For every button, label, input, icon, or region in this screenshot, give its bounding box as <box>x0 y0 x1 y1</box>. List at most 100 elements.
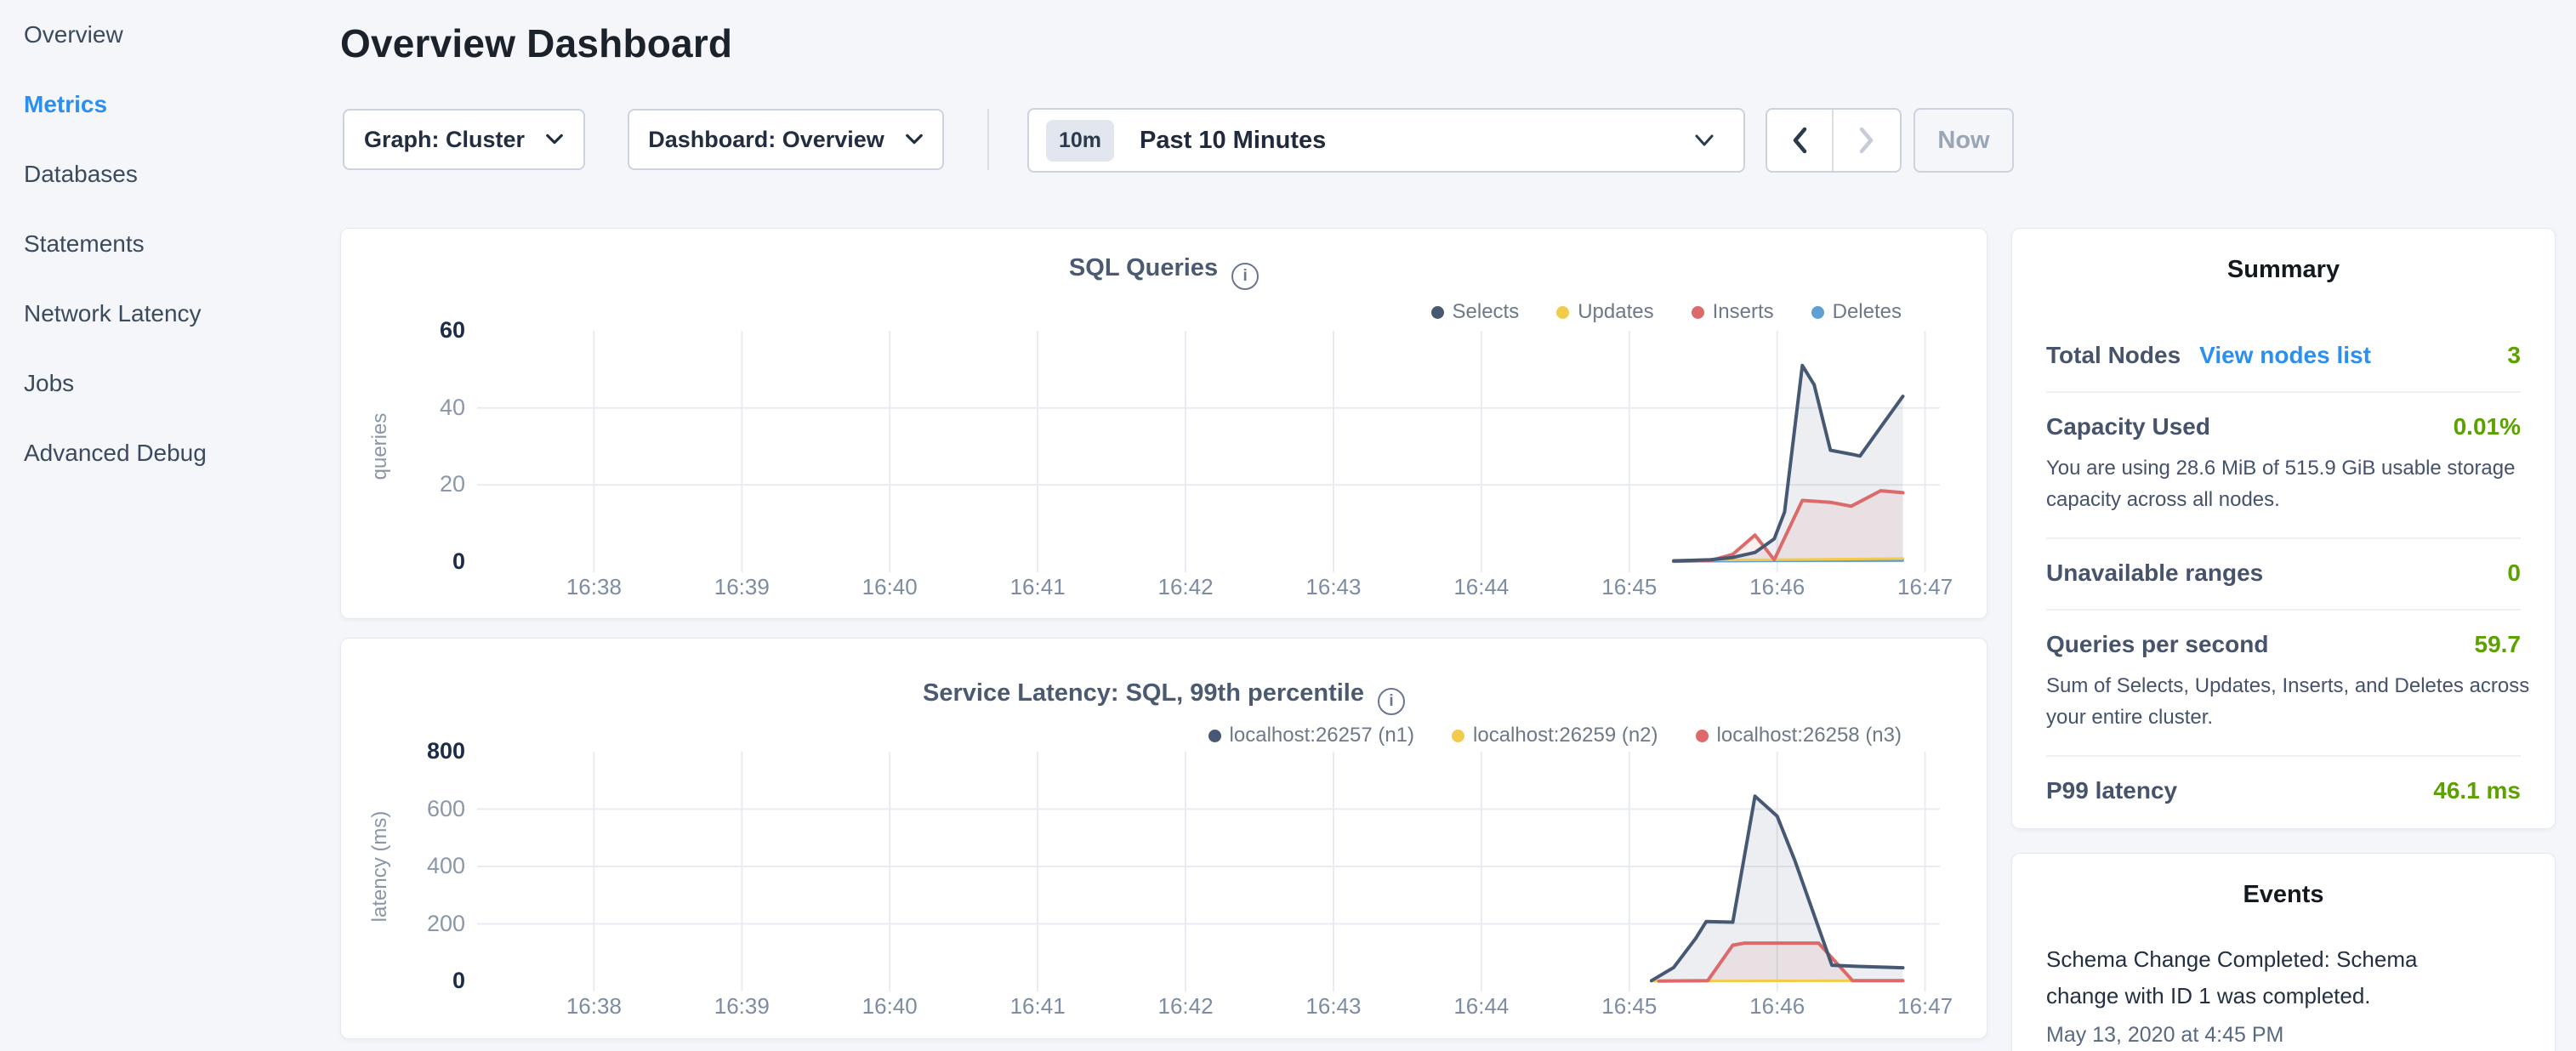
x-tick-label: 16:47 <box>1897 993 1953 1020</box>
x-tick-label: 16:39 <box>714 993 770 1020</box>
event-list-item[interactable]: Schema Change Completed: Schema change w… <box>2012 909 2555 1048</box>
graph-dropdown[interactable]: Graph: Cluster <box>343 109 585 170</box>
summary-panel: Summary Total Nodes View nodes list 3 Ca… <box>2011 228 2556 829</box>
legend-label: Inserts <box>1713 300 1774 324</box>
chart-title: SQL Queries <box>1069 254 1218 281</box>
y-tick-label: 600 <box>341 796 465 822</box>
summary-row-unavailable-ranges: Unavailable ranges 0 <box>2046 537 2521 609</box>
x-tick-label: 16:46 <box>1749 574 1805 600</box>
events-title: Events <box>2012 854 2555 909</box>
legend-item[interactable]: Selects <box>1431 300 1520 324</box>
legend-dot-icon <box>1452 730 1464 742</box>
y-tick-label: 20 <box>341 471 465 497</box>
x-tick-label: 16:38 <box>566 574 622 600</box>
legend-label: Deletes <box>1833 300 1902 324</box>
summary-row-value: 3 <box>2507 342 2521 369</box>
event-timestamp: May 13, 2020 at 4:45 PM <box>2046 1023 2521 1048</box>
x-tick-label: 16:44 <box>1453 993 1509 1020</box>
summary-row-value: 46.1 ms <box>2433 777 2521 804</box>
legend-label: localhost:26259 (n2) <box>1473 724 1658 747</box>
x-tick-label: 16:47 <box>1897 574 1953 600</box>
x-tick-label: 16:46 <box>1749 993 1805 1020</box>
legend-item[interactable]: localhost:26258 (n3) <box>1696 724 1902 747</box>
sidebar-item-databases[interactable]: Databases <box>0 139 340 209</box>
now-button[interactable]: Now <box>1914 108 2014 173</box>
dashboard-dropdown-label: Dashboard: Overview <box>648 127 884 153</box>
time-next-button[interactable] <box>1834 110 1900 171</box>
chevron-left-icon <box>1792 127 1807 154</box>
legend-item[interactable]: Inserts <box>1692 300 1774 324</box>
y-tick-label: 800 <box>341 738 465 764</box>
sql-queries-panel: SQL Queries i Selects Updates Inserts Delete… <box>340 228 1987 619</box>
summary-rows: Total Nodes View nodes list 3 Capacity U… <box>2012 321 2555 827</box>
summary-row-capacity-used: Capacity Used 0.01% You are using 28.6 M… <box>2046 391 2521 537</box>
events-panel: Events Schema Change Completed: Schema c… <box>2011 853 2556 1051</box>
legend-item[interactable]: localhost:26257 (n1) <box>1208 724 1414 747</box>
y-tick-label: 0 <box>341 548 465 575</box>
x-tick-label: 16:43 <box>1305 993 1361 1020</box>
legend-label: Selects <box>1453 300 1520 324</box>
chevron-down-icon <box>1694 134 1714 147</box>
info-icon[interactable]: i <box>1378 688 1405 715</box>
x-tick-label: 16:39 <box>714 574 770 600</box>
legend-label: Updates <box>1578 300 1653 324</box>
sidebar-item-network-latency[interactable]: Network Latency <box>0 279 340 349</box>
x-tick-label: 16:40 <box>862 993 918 1020</box>
legend-item[interactable]: localhost:26259 (n2) <box>1452 724 1658 747</box>
info-icon[interactable]: i <box>1231 263 1259 290</box>
x-tick-label: 16:43 <box>1305 574 1361 600</box>
legend-dot-icon <box>1431 306 1444 319</box>
sidebar-item-jobs[interactable]: Jobs <box>0 349 340 418</box>
x-tick-label: 16:45 <box>1601 574 1657 600</box>
chart-legend: localhost:26257 (n1) localhost:26259 (n2)… <box>1208 724 1902 747</box>
legend-dot-icon <box>1692 306 1704 319</box>
legend-label: localhost:26258 (n3) <box>1717 724 1902 747</box>
chevron-down-icon <box>545 134 564 145</box>
time-step-buttons <box>1766 108 1902 173</box>
legend-item[interactable]: Updates <box>1556 300 1653 324</box>
summary-row-label: Queries per second <box>2046 631 2268 658</box>
sidebar-item-statements[interactable]: Statements <box>0 209 340 279</box>
summary-row-value: 0.01% <box>2454 413 2521 440</box>
time-prev-button[interactable] <box>1767 110 1834 171</box>
y-tick-label: 200 <box>341 911 465 937</box>
y-axis-ticks: 8006004002000 <box>341 752 465 981</box>
summary-row-p99-latency: P99 latency 46.1 ms <box>2046 755 2521 827</box>
legend-item[interactable]: Deletes <box>1811 300 1902 324</box>
chart-title: Service Latency: SQL, 99th percentile <box>923 679 1364 707</box>
service-latency-panel: Service Latency: SQL, 99th percentile i l… <box>340 638 1987 1039</box>
legend-label: localhost:26257 (n1) <box>1230 724 1414 747</box>
dashboard-dropdown[interactable]: Dashboard: Overview <box>628 109 944 170</box>
sidebar: OverviewMetricsDatabasesStatementsNetwor… <box>0 0 340 1051</box>
chart-svg <box>477 752 1940 993</box>
summary-title: Summary <box>2012 229 2555 284</box>
x-tick-label: 16:41 <box>1010 993 1066 1020</box>
chart-title-row: SQL Queries i <box>341 254 1987 290</box>
y-tick-label: 0 <box>341 968 465 994</box>
time-range-dropdown[interactable]: 10m Past 10 Minutes <box>1027 108 1745 173</box>
graph-dropdown-label: Graph: Cluster <box>364 127 525 153</box>
toolbar-divider <box>987 109 989 170</box>
x-axis-ticks: 16:3816:3916:4016:4116:4216:4316:4416:45… <box>477 574 1940 603</box>
page-title: Overview Dashboard <box>340 20 732 66</box>
view-nodes-list-link[interactable]: View nodes list <box>2199 342 2371 369</box>
service-latency-chart[interactable] <box>477 752 1940 981</box>
x-tick-label: 16:42 <box>1157 993 1213 1020</box>
summary-row-description: Sum of Selects, Updates, Inserts, and De… <box>2046 670 2535 733</box>
legend-dot-icon <box>1556 306 1569 319</box>
chart-legend: Selects Updates Inserts Deletes <box>1431 300 1902 324</box>
sidebar-item-advanced-debug[interactable]: Advanced Debug <box>0 418 340 488</box>
summary-row-label: Total Nodes <box>2046 342 2181 369</box>
summary-row-label: P99 latency <box>2046 777 2177 804</box>
x-axis-ticks: 16:3816:3916:4016:4116:4216:4316:4416:45… <box>477 993 1940 1022</box>
summary-row-label: Capacity Used <box>2046 413 2210 440</box>
summary-row-description: You are using 28.6 MiB of 515.9 GiB usab… <box>2046 452 2535 515</box>
sidebar-item-metrics[interactable]: Metrics <box>0 70 340 139</box>
sql-queries-chart[interactable] <box>477 331 1940 562</box>
sidebar-item-overview[interactable]: Overview <box>0 0 340 70</box>
chevron-right-icon <box>1859 127 1874 154</box>
x-tick-label: 16:40 <box>862 574 918 600</box>
chart-svg <box>477 331 1940 574</box>
y-axis-ticks: 6040200 <box>341 331 465 562</box>
y-tick-label: 400 <box>341 853 465 879</box>
